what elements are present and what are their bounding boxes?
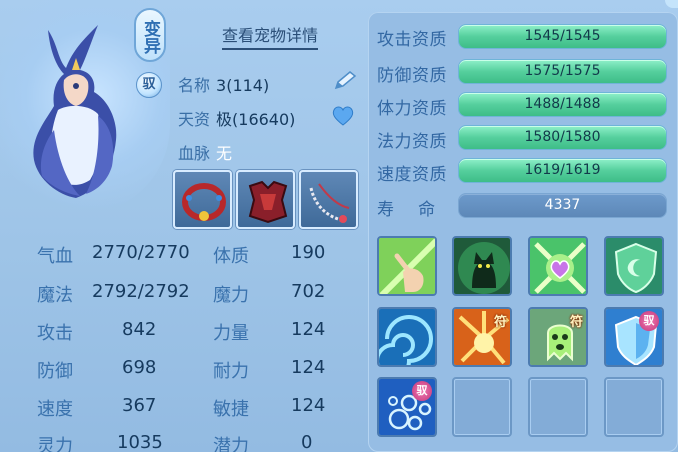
- stat-label: 攻击: [37, 323, 73, 344]
- pet-talent-row: 天资 极(16640): [178, 106, 295, 130]
- stat-row: 气血 2770/2770: [37, 242, 190, 268]
- collar-equipment-slot[interactable]: [173, 170, 232, 229]
- attribute-row: 力量 124: [213, 319, 325, 345]
- skill-slot[interactable]: 符: [528, 307, 588, 367]
- view-pet-details-link[interactable]: 查看宠物详情: [222, 22, 319, 50]
- stat-row: 灵力 1035: [37, 432, 163, 452]
- stat-value: 367: [122, 395, 157, 416]
- skill-slot[interactable]: [377, 236, 437, 296]
- stat-label: 防御: [37, 361, 73, 382]
- pet-bloodline-row: 血脉无: [178, 140, 232, 164]
- skill-slot[interactable]: 符: [452, 307, 512, 367]
- skill-tag: 符: [569, 315, 583, 330]
- tame-skill-tag: 驭: [639, 311, 659, 331]
- lifespan-value: 4337: [544, 197, 581, 213]
- attribute-value: 0: [301, 432, 313, 452]
- bloodline-value: 无: [216, 144, 233, 163]
- aptitude-value: 1488/1488: [524, 96, 601, 112]
- skill-tag: 符: [493, 315, 507, 330]
- attribute-value: 124: [291, 319, 326, 340]
- mutation-badge: 变异: [134, 8, 166, 62]
- attribute-row: 魔力 702: [213, 281, 325, 307]
- skill-slot[interactable]: [528, 236, 588, 296]
- name-label: 名称: [178, 76, 211, 95]
- lifespan-bar: 4337: [458, 193, 667, 218]
- stat-row: 攻击 842: [37, 319, 156, 345]
- stat-value: 1035: [117, 432, 163, 452]
- defense-aptitude-bar: 1575/1575: [458, 59, 667, 84]
- empty-skill-slot[interactable]: [528, 377, 588, 437]
- aptitude-label: 防御资质: [377, 66, 447, 86]
- aptitude-label: 速度资质: [377, 165, 447, 185]
- tame-badge: 驭: [136, 72, 162, 98]
- empty-skill-slot[interactable]: [604, 377, 664, 437]
- skill-slot[interactable]: 驭: [604, 307, 664, 367]
- attribute-label: 耐力: [213, 361, 249, 382]
- stat-row: 防御 698: [37, 357, 156, 383]
- stamina-aptitude-bar: 1488/1488: [458, 92, 667, 117]
- green-cat-icon: [454, 238, 510, 294]
- skill-slot[interactable]: [377, 307, 437, 367]
- attribute-value: 124: [291, 395, 326, 416]
- aptitude-label: 法力资质: [377, 132, 447, 152]
- aptitude-value: 1580/1580: [524, 129, 601, 145]
- attribute-label: 体质: [213, 246, 249, 267]
- stat-row: 魔法 2792/2792: [37, 281, 190, 307]
- magic-aptitude-bar: 1580/1580: [458, 125, 667, 150]
- skill-slot[interactable]: [452, 236, 512, 296]
- favorite-heart-icon[interactable]: [332, 106, 354, 126]
- stat-value: 2792/2792: [92, 281, 190, 302]
- attribute-label: 力量: [213, 323, 249, 344]
- red-armor-icon: [248, 180, 288, 224]
- armor-equipment-slot[interactable]: [236, 170, 295, 229]
- attack-aptitude-bar: 1545/1545: [458, 24, 667, 49]
- skill-slot[interactable]: [604, 236, 664, 296]
- stat-label: 魔法: [37, 285, 73, 306]
- stat-row: 速度 367: [37, 395, 156, 421]
- stat-value: 2770/2770: [92, 242, 190, 263]
- stat-label: 速度: [37, 399, 73, 420]
- attribute-value: 190: [291, 242, 326, 263]
- skill-slot[interactable]: 驭: [377, 377, 437, 437]
- aptitude-label: 体力资质: [377, 99, 447, 119]
- bloodline-label: 血脉: [178, 144, 211, 163]
- heart-burst-icon: [530, 238, 586, 294]
- green-shield-icon: [606, 238, 662, 294]
- pet-name-value: 3(114): [216, 76, 270, 95]
- lifespan-label: 寿 命: [377, 200, 436, 220]
- tame-skill-tag: 驭: [412, 381, 432, 401]
- attribute-value: 124: [291, 357, 326, 378]
- attribute-label: 魔力: [213, 285, 249, 306]
- stat-label: 气血: [37, 246, 73, 267]
- aptitude-value: 1575/1575: [524, 63, 601, 79]
- aptitude-value: 1619/1619: [524, 162, 601, 178]
- stat-value: 698: [122, 357, 157, 378]
- attribute-label: 潜力: [213, 436, 249, 452]
- talent-value: 极(16640): [216, 110, 296, 129]
- aptitude-label: 攻击资质: [377, 30, 447, 50]
- rename-pencil-icon[interactable]: [332, 70, 358, 92]
- pointing-hand-icon: [379, 238, 435, 294]
- stat-label: 灵力: [37, 436, 73, 452]
- necklace-equipment-slot[interactable]: [299, 170, 358, 229]
- aptitude-value: 1545/1545: [524, 28, 601, 44]
- attribute-label: 敏捷: [213, 399, 249, 420]
- attribute-row: 敏捷 124: [213, 395, 325, 421]
- attribute-row: 潜力 0: [213, 432, 312, 452]
- empty-skill-slot[interactable]: [452, 377, 512, 437]
- necklace-icon: [309, 183, 350, 223]
- pet-name-row: 名称 3(114): [178, 72, 269, 96]
- attribute-value: 702: [291, 281, 326, 302]
- attribute-row: 耐力 124: [213, 357, 325, 383]
- blue-vortex-icon: [379, 309, 435, 365]
- stat-value: 842: [122, 319, 157, 340]
- red-collar-icon: [182, 183, 226, 221]
- talent-label: 天资: [178, 110, 211, 129]
- attribute-row: 体质 190: [213, 242, 325, 268]
- pet-figure-icon: [33, 25, 117, 198]
- speed-aptitude-bar: 1619/1619: [458, 158, 667, 183]
